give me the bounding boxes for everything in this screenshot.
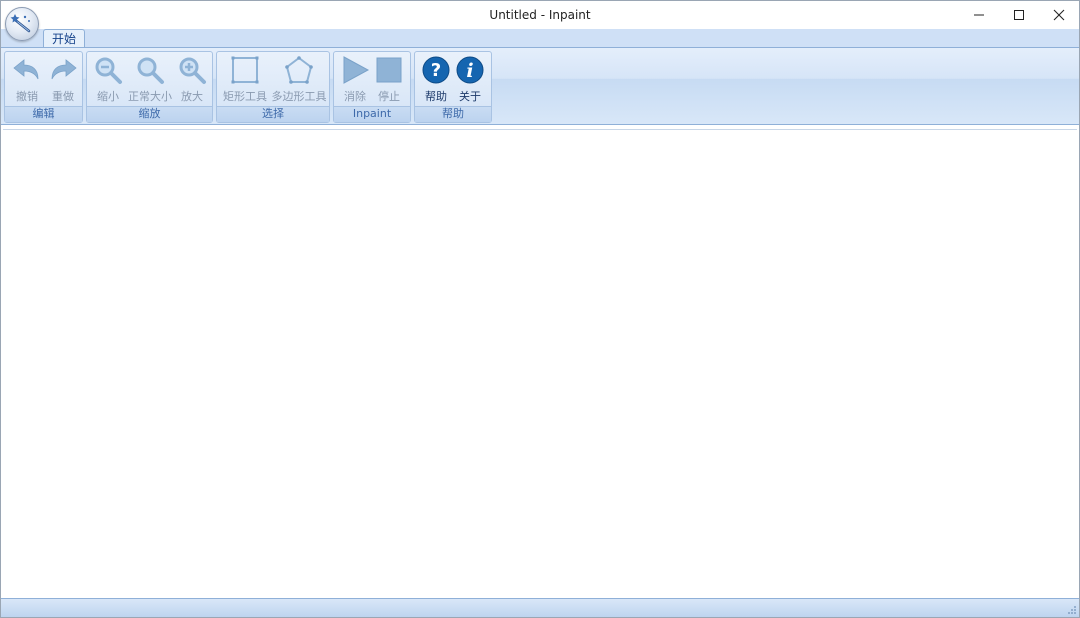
redo-icon — [47, 54, 79, 85]
erase-label: 消除 — [344, 90, 366, 103]
redo-label: 重做 — [52, 90, 74, 103]
group-help: ? 帮助 i 关于 帮助 — [414, 51, 492, 123]
group-zoom: 缩小 正常大小 放大 缩放 — [86, 51, 213, 123]
svg-text:i: i — [466, 60, 473, 82]
close-button[interactable] — [1039, 1, 1079, 29]
group-label-edit: 编辑 — [5, 106, 82, 122]
ribbon-tab-row: 开始 — [1, 29, 1079, 48]
minimize-button[interactable] — [959, 1, 999, 29]
polygon-tool-button[interactable]: 多边形工具 — [270, 54, 328, 104]
group-label-help: 帮助 — [415, 106, 491, 122]
undo-button[interactable]: 撤销 — [9, 54, 45, 104]
group-edit: 撤销 重做 编辑 — [4, 51, 83, 123]
zoom-out-button[interactable]: 缩小 — [91, 54, 125, 104]
group-selection: 矩形工具 多边形工具 选择 — [216, 51, 330, 123]
group-label-selection: 选择 — [217, 106, 329, 122]
group-inpaint: 消除 停止 Inpaint — [333, 51, 411, 123]
zoom-in-button[interactable]: 放大 — [175, 54, 209, 104]
help-icon: ? — [420, 54, 452, 85]
play-icon — [339, 54, 371, 85]
redo-button[interactable]: 重做 — [45, 54, 81, 104]
about-label: 关于 — [459, 90, 481, 103]
window-title: Untitled - Inpaint — [489, 8, 591, 22]
minimize-icon — [974, 14, 984, 16]
about-button[interactable]: i 关于 — [453, 54, 487, 104]
stop-icon — [373, 54, 405, 85]
zoom-out-icon — [92, 54, 124, 85]
help-label: 帮助 — [425, 90, 447, 103]
resize-grip-icon[interactable] — [1067, 605, 1077, 615]
maximize-icon — [1014, 10, 1024, 20]
zoom-normal-icon — [134, 54, 166, 85]
svg-text:?: ? — [431, 60, 441, 81]
polygon-tool-icon — [283, 54, 315, 85]
tab-home[interactable]: 开始 — [43, 29, 85, 48]
ribbon: 撤销 重做 编辑 缩小 正常大小 放大 缩放 矩形工具 多边形工具 选择 消除 … — [1, 47, 1079, 125]
group-label-inpaint: Inpaint — [334, 106, 410, 122]
undo-label: 撤销 — [16, 90, 38, 103]
zoom-in-icon — [176, 54, 208, 85]
rectangle-tool-button[interactable]: 矩形工具 — [220, 54, 270, 104]
zoom-out-label: 缩小 — [97, 90, 119, 103]
zoom-in-label: 放大 — [181, 90, 203, 103]
help-button[interactable]: ? 帮助 — [419, 54, 453, 104]
wand-icon — [10, 14, 31, 33]
polygon-tool-label: 多边形工具 — [271, 90, 327, 103]
app-window: Untitled - Inpaint 开始 撤销 重做 编辑 缩小 正常大小 放… — [0, 0, 1080, 618]
close-icon — [1053, 9, 1065, 21]
undo-icon — [11, 54, 43, 85]
stop-label: 停止 — [378, 90, 400, 103]
zoom-normal-label: 正常大小 — [128, 90, 172, 103]
rectangle-tool-label: 矩形工具 — [223, 90, 267, 103]
info-icon: i — [454, 54, 486, 85]
stop-button[interactable]: 停止 — [372, 54, 406, 104]
application-menu-button[interactable] — [5, 7, 39, 41]
rectangle-tool-icon — [229, 54, 261, 85]
maximize-button[interactable] — [999, 1, 1039, 29]
erase-button[interactable]: 消除 — [338, 54, 372, 104]
zoom-normal-button[interactable]: 正常大小 — [125, 54, 175, 104]
image-canvas[interactable] — [3, 129, 1077, 600]
group-label-zoom: 缩放 — [87, 106, 212, 122]
title-bar[interactable]: Untitled - Inpaint — [1, 1, 1079, 29]
status-bar — [1, 598, 1079, 617]
